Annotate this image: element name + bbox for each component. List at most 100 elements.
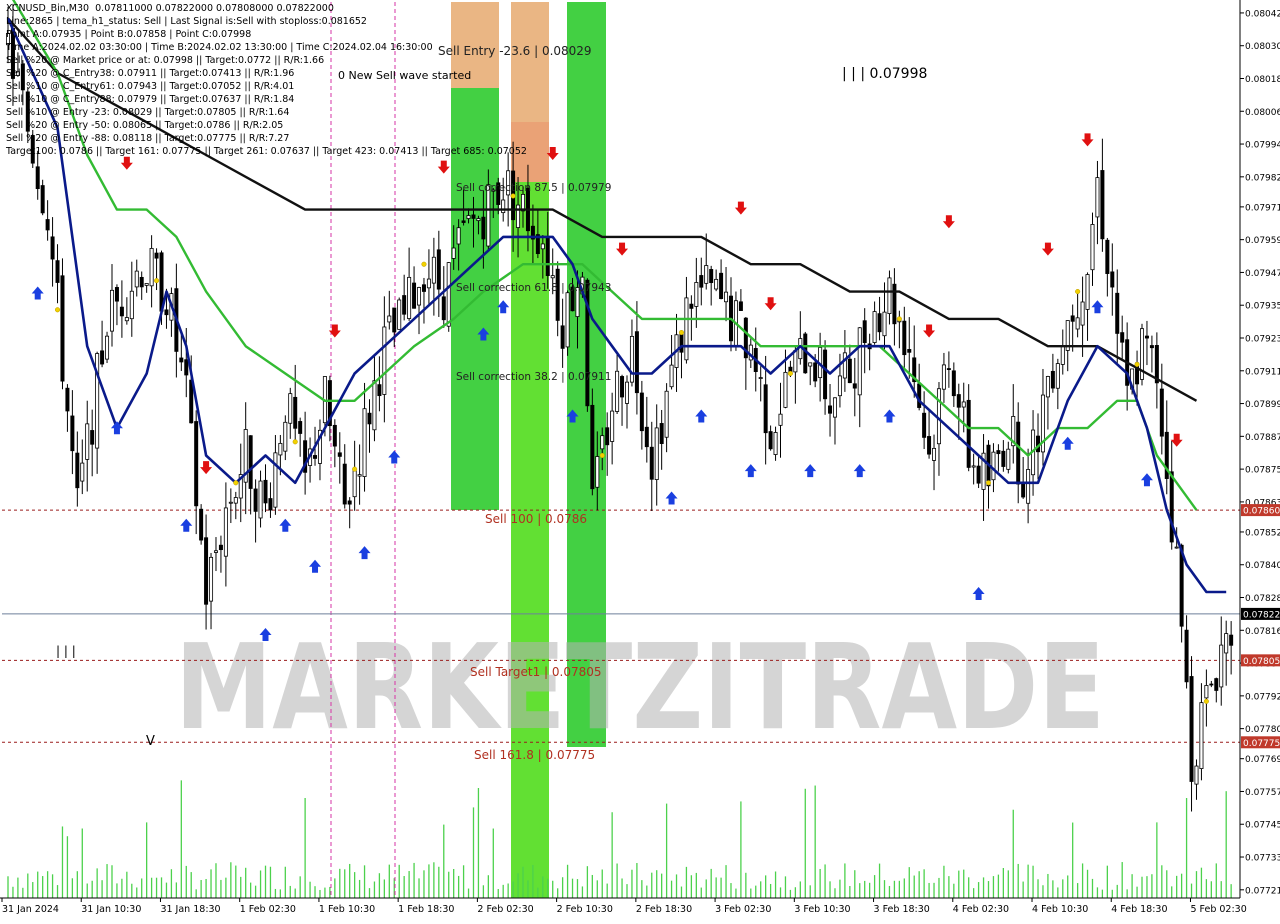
price-tick-label: 0.07935	[1245, 302, 1280, 312]
time-tick-label: 2 Feb 10:30	[557, 904, 613, 915]
candle-bull	[109, 289, 114, 332]
candle-bear	[555, 268, 560, 321]
candle-bull	[426, 278, 431, 289]
sell-arrow-icon	[1041, 242, 1054, 256]
candle-bear	[412, 282, 417, 309]
signal-dot-icon	[352, 466, 358, 472]
candle-bull	[397, 299, 402, 330]
candle-bear	[100, 350, 105, 365]
candle-bear	[639, 392, 644, 432]
candle-bull	[124, 317, 129, 322]
candle-bear	[976, 465, 981, 484]
candle-bull	[357, 474, 362, 477]
candle-bull	[382, 326, 387, 395]
price-tick-label: 0.07769	[1245, 755, 1280, 765]
candle-bear	[946, 368, 951, 370]
price-tick-label: 0.07828	[1245, 594, 1280, 604]
candle-bull	[273, 452, 278, 508]
candle-bull	[1194, 765, 1199, 785]
candle-bear	[1144, 335, 1149, 339]
candle-bull	[149, 248, 154, 287]
candle-bear	[75, 452, 80, 489]
buy-arrow-icon	[1061, 436, 1074, 450]
price-tick-label: 0.08006	[1245, 108, 1280, 118]
buy-arrow-icon	[853, 464, 866, 478]
candle-bear	[719, 272, 724, 300]
candle-bull	[1006, 448, 1011, 470]
candle-bear	[620, 376, 625, 398]
candle-bull	[857, 327, 862, 396]
candle-bear	[1016, 421, 1021, 485]
candle-bull	[887, 277, 892, 314]
candle-bear	[917, 383, 922, 408]
candle-bear	[342, 463, 347, 505]
candle-bear	[70, 415, 75, 452]
correction-875-label: Sell correction 87.5 | 0.07979	[456, 182, 611, 194]
candle-bull	[278, 442, 283, 456]
candle-bull	[837, 375, 842, 397]
candle-bull	[932, 447, 937, 461]
candle-bear	[253, 488, 258, 512]
candle-bear	[560, 325, 565, 349]
candle-bull	[1045, 376, 1050, 398]
indicator-info-panel: XCNUSD_Bin,M30 0.07811000 0.07822000 0.0…	[6, 2, 527, 158]
price-tick-label: 0.07852	[1245, 528, 1280, 538]
time-tick-label: 1 Feb 18:30	[398, 904, 454, 915]
candle-bull	[808, 362, 813, 367]
signal-dot-icon	[510, 193, 516, 199]
price-marker-label: 0.07860	[1243, 507, 1280, 517]
signal-dot-icon	[1203, 698, 1209, 704]
candle-bull	[209, 556, 214, 602]
candle-bull	[1204, 685, 1209, 699]
candle-bull	[129, 290, 134, 320]
price-tick-label: 0.07745	[1245, 821, 1280, 831]
candle-bear	[907, 349, 912, 353]
buy-arrow-icon	[695, 409, 708, 423]
candle-bear	[298, 421, 303, 434]
candle-bull	[550, 275, 555, 279]
candle-bull	[565, 292, 570, 348]
candle-bull	[362, 408, 367, 477]
signal-dot-icon	[154, 278, 160, 284]
time-tick-label: 31 Jan 2024	[2, 904, 59, 915]
info-line: Point A:0.07935 | Point B:0.07858 | Poin…	[6, 29, 252, 40]
time-tick-label: 31 Jan 10:30	[81, 904, 141, 915]
candle-bear	[119, 306, 124, 317]
time-tick-label: 3 Feb 18:30	[874, 904, 930, 915]
candle-bear	[35, 166, 40, 190]
candle-bear	[1110, 271, 1115, 288]
candle-bull	[233, 497, 238, 504]
candle-bear	[263, 479, 268, 504]
candle-bull	[1055, 363, 1060, 389]
candle-bull	[451, 247, 456, 259]
candle-bull	[1095, 177, 1100, 218]
candle-bull	[872, 311, 877, 343]
sell-arrow-icon	[1170, 433, 1183, 447]
time-tick-label: 4 Feb 18:30	[1111, 904, 1167, 915]
info-line: Sell %20 @ Entry -88: 0.08118 || Target:…	[6, 133, 290, 144]
candle-bear	[813, 362, 818, 382]
candle-bull	[352, 469, 357, 498]
price-tick-label: 0.07875	[1245, 466, 1280, 476]
candle-bull	[1026, 469, 1031, 504]
candle-bull	[882, 311, 887, 337]
candle-bear	[862, 320, 867, 344]
candle-bear	[768, 431, 773, 450]
watermark-layer: MARKETZITRADE	[175, 618, 1105, 756]
sell-arrow-icon	[120, 156, 133, 170]
candle-bear	[392, 307, 397, 333]
candle-bear	[828, 405, 833, 414]
price-tick-label: 0.07982	[1245, 173, 1280, 183]
candle-bull	[431, 256, 436, 284]
point-c-label: | | | 0.07998	[842, 66, 927, 82]
sell1618-label: Sell 161.8 | 0.07775	[474, 748, 595, 762]
candle-bear	[65, 387, 70, 412]
candle-bear	[45, 219, 50, 231]
price-tick-label: 0.07899	[1245, 400, 1280, 410]
sell-arrow-icon	[437, 160, 450, 174]
time-tick-label: 2 Feb 02:30	[477, 904, 533, 915]
candle-bear	[892, 283, 897, 325]
candle-bear	[1149, 345, 1154, 349]
candle-bear	[1070, 315, 1075, 322]
candle-bull	[417, 287, 422, 306]
